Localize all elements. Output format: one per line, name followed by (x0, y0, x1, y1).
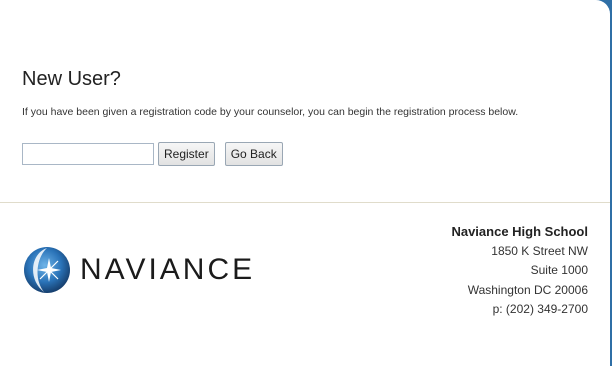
brand-name: NAVIANCE (80, 253, 256, 286)
naviance-star-globe-icon (24, 247, 70, 293)
page-title: New User? (22, 68, 121, 90)
phone-number: p: (202) 349-2700 (492, 302, 588, 316)
school-address: Naviance High School 1850 K Street NW Su… (451, 222, 588, 320)
page-frame: New User? If you have been given a regis… (0, 0, 612, 366)
registration-instructions: If you have been given a registration co… (22, 106, 519, 118)
go-back-button[interactable]: Go Back (224, 142, 283, 166)
address-line-1: 1850 K Street NW (491, 243, 588, 258)
footer-divider (0, 202, 610, 203)
address-line-3: Washington DC 20006 (467, 282, 588, 297)
naviance-logo: NAVIANCE (22, 240, 255, 300)
registration-code-input[interactable] (22, 143, 154, 165)
content-panel: New User? If you have been given a regis… (0, 0, 610, 366)
register-button[interactable]: Register (158, 142, 215, 166)
school-name: Naviance High School (451, 224, 588, 239)
address-line-2: Suite 1000 (530, 263, 588, 277)
registration-form: Register Go Back (22, 142, 283, 166)
